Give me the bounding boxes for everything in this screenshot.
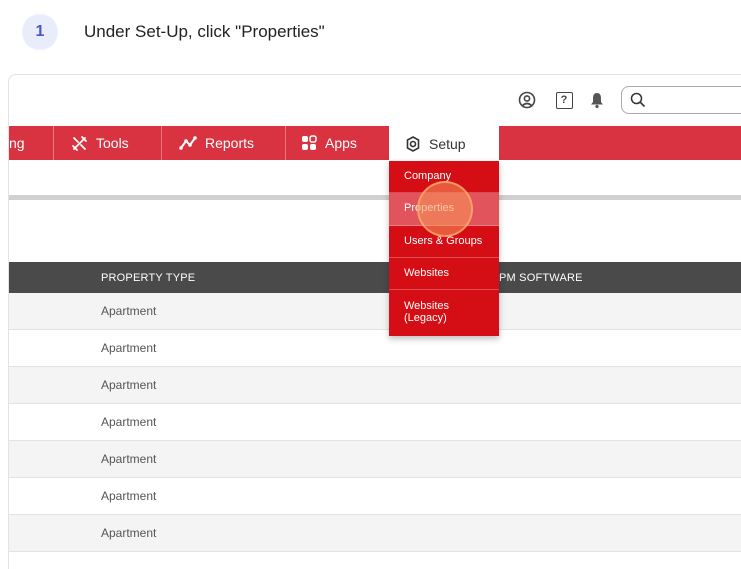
reports-icon	[179, 135, 197, 151]
column-header-pm-software[interactable]: PM SOFTWARE	[499, 262, 583, 293]
menu-item-properties[interactable]: Properties	[389, 193, 499, 226]
section-divider	[9, 195, 741, 200]
nav-reports-label: Reports	[205, 135, 255, 151]
property-type-cell: Apartment	[101, 304, 157, 318]
nav-item-truncated[interactable]: ng	[9, 126, 25, 160]
help-glyph: ?	[555, 91, 573, 109]
step-instruction: Under Set-Up, click "Properties"	[84, 22, 325, 41]
setup-dropdown-menu: Company Properties Users & Groups Websit…	[389, 161, 499, 336]
nav-item-apps[interactable]: Apps	[301, 126, 357, 160]
nav-divider	[53, 126, 54, 160]
nav-divider	[161, 126, 162, 160]
step-header: 1 Under Set-Up, click "Properties"	[22, 14, 325, 50]
nav-setup-label: Setup	[429, 135, 466, 152]
menu-item-users-groups[interactable]: Users & Groups	[389, 226, 499, 258]
menu-item-label: Websites (Legacy)	[404, 300, 450, 324]
property-type-cell: Apartment	[101, 378, 157, 392]
top-bar: ?	[9, 75, 741, 125]
menu-item-websites[interactable]: Websites	[389, 258, 499, 290]
menu-item-label: Users & Groups	[404, 234, 483, 247]
app-screenshot-frame: ? ng Tools Reports Apps Setup PROPERTY T…	[8, 74, 741, 569]
menu-item-label: Company	[404, 169, 452, 182]
step-number: 1	[22, 14, 58, 50]
table-row[interactable]: Apartment	[9, 441, 741, 478]
property-type-cell: Apartment	[101, 341, 157, 355]
table-header: PROPERTY TYPE PM SOFTWARE	[9, 262, 741, 293]
menu-item-company[interactable]: Company	[389, 161, 499, 193]
user-circle-icon[interactable]	[517, 89, 537, 111]
search-input[interactable]	[621, 86, 741, 114]
menu-item-label: Websites	[404, 266, 450, 279]
gear-icon	[405, 135, 421, 152]
nav-item-setup[interactable]: Setup	[389, 126, 499, 161]
nav-apps-label: Apps	[325, 135, 357, 151]
nav-tools-label: Tools	[96, 135, 129, 151]
table-row[interactable]: Apartment	[9, 367, 741, 404]
menu-item-label: Properties	[404, 202, 455, 215]
table-row[interactable]: Apartment	[9, 478, 741, 515]
apps-icon	[301, 135, 317, 151]
bell-icon[interactable]	[587, 89, 607, 111]
menu-item-websites-legacy[interactable]: Websites (Legacy)	[389, 290, 499, 336]
property-type-cell: Apartment	[101, 452, 157, 466]
nav-item-reports[interactable]: Reports	[179, 126, 254, 160]
search-icon	[630, 92, 646, 108]
nav-item-tools[interactable]: Tools	[71, 126, 129, 160]
table-row[interactable]: Apartment	[9, 515, 741, 552]
nav-divider	[285, 126, 286, 160]
nav-truncated-label: ng	[9, 135, 25, 151]
property-type-cell: Apartment	[101, 489, 157, 503]
main-nav-bar: ng Tools Reports Apps	[9, 126, 741, 160]
property-type-cell: Apartment	[101, 415, 157, 429]
table-row[interactable]: Apartment	[9, 293, 741, 330]
help-icon[interactable]: ?	[554, 89, 574, 111]
table-row[interactable]: Apartment	[9, 330, 741, 367]
tools-icon	[71, 135, 88, 152]
column-header-property-type[interactable]: PROPERTY TYPE	[101, 262, 195, 293]
property-type-cell: Apartment	[101, 526, 157, 540]
table-row[interactable]: Apartment	[9, 404, 741, 441]
